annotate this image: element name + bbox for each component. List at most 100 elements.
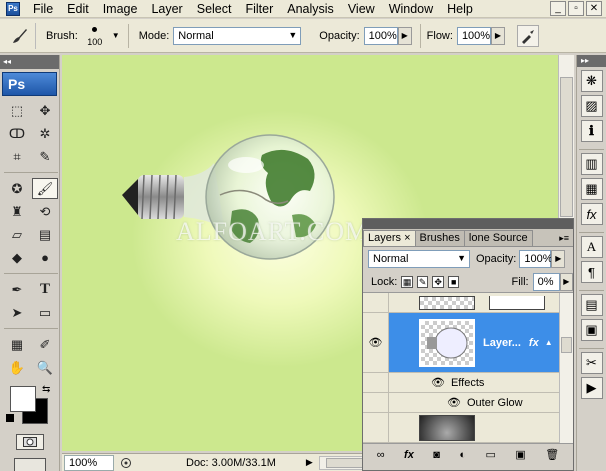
tab-clone-source[interactable]: lone Source xyxy=(463,230,533,246)
close-button[interactable]: ✕ xyxy=(586,1,602,16)
layer-row[interactable] xyxy=(363,413,559,443)
menu-analysis[interactable]: Analysis xyxy=(280,0,341,18)
menu-image[interactable]: Image xyxy=(96,0,145,18)
dodge-tool-icon[interactable]: ● xyxy=(32,247,58,268)
menu-window[interactable]: Window xyxy=(382,0,440,18)
zoom-options-icon[interactable] xyxy=(118,455,134,471)
marquee-tool-icon[interactable]: ⬚ xyxy=(4,100,30,121)
eye-icon[interactable]: 👁 xyxy=(447,396,461,409)
paragraph-panel-icon[interactable]: ¶ xyxy=(580,261,603,283)
lock-position-icon[interactable]: ✥ xyxy=(432,275,444,288)
layer-row[interactable] xyxy=(363,293,559,313)
layers-panel-titlebar[interactable] xyxy=(363,219,573,229)
airbrush-toggle[interactable] xyxy=(516,24,539,47)
tab-layers[interactable]: Layers × xyxy=(363,230,416,246)
hand-tool-icon[interactable]: ✋ xyxy=(4,357,30,378)
flow-slider-button[interactable]: ▶ xyxy=(490,26,505,45)
color-panel-icon[interactable]: ▥ xyxy=(580,153,603,175)
opacity-input[interactable]: 100% xyxy=(363,26,398,45)
gradient-tool-icon[interactable]: ▤ xyxy=(32,224,58,245)
collapse-effects-icon[interactable]: ▲ xyxy=(545,338,553,347)
brush-picker[interactable]: 100 xyxy=(84,22,106,50)
panel-menu-icon[interactable]: ▸≡ xyxy=(532,230,573,246)
magic-wand-tool-icon[interactable]: ✲ xyxy=(32,123,58,144)
move-tool-icon[interactable]: ✥ xyxy=(32,100,58,121)
tool-presets-panel-icon[interactable]: ✂ xyxy=(580,352,603,374)
add-layer-style-icon[interactable]: fx xyxy=(404,449,414,461)
tool-preset-picker[interactable] xyxy=(4,22,36,49)
quick-mask-button[interactable] xyxy=(16,434,44,450)
layers-scroll-thumb[interactable] xyxy=(561,337,572,353)
adjustment-layer-icon[interactable]: ◐ xyxy=(459,449,466,461)
history-panel-icon[interactable]: ▣ xyxy=(580,319,603,341)
outer-glow-row[interactable]: 👁 Outer Glow xyxy=(363,393,559,413)
foreground-color-swatch[interactable] xyxy=(10,386,36,412)
blend-mode-select[interactable]: Normal ▼ xyxy=(368,250,470,268)
layer-effects-fx-icon[interactable]: fx xyxy=(529,337,539,349)
mode-select[interactable]: Normal ▼ xyxy=(173,26,302,45)
canvas-scroll-thumb[interactable] xyxy=(560,77,573,217)
tab-close-icon[interactable]: × xyxy=(404,232,410,244)
healing-brush-tool-icon[interactable]: ✪ xyxy=(4,178,30,199)
brush-dropdown-icon[interactable]: ▼ xyxy=(112,31,120,40)
fill-input[interactable]: 0% xyxy=(532,272,560,291)
new-layer-icon[interactable]: ▣ xyxy=(515,448,525,461)
new-group-icon[interactable]: ▭ xyxy=(486,448,496,461)
layer-name[interactable]: Layer... xyxy=(483,337,521,349)
flow-input[interactable]: 100% xyxy=(456,26,491,45)
actions-panel-icon[interactable]: ▶ xyxy=(580,377,603,399)
eraser-tool-icon[interactable]: ▱ xyxy=(4,224,30,245)
lock-all-icon[interactable]: ■ xyxy=(447,275,460,288)
menu-filter[interactable]: Filter xyxy=(238,0,280,18)
layers-scrollbar[interactable] xyxy=(559,293,573,443)
swap-colors-icon[interactable]: ⇆ xyxy=(42,384,50,395)
screen-mode-button[interactable] xyxy=(14,458,46,471)
visibility-toggle[interactable] xyxy=(363,413,389,442)
styles-panel-icon[interactable]: fx xyxy=(580,203,603,225)
info-panel-icon[interactable]: ℹ xyxy=(580,120,603,142)
clone-stamp-tool-icon[interactable]: ♜ xyxy=(4,201,30,222)
document-size-info[interactable]: Doc: 3.00M/33.1M xyxy=(186,457,276,469)
menu-edit[interactable]: Edit xyxy=(60,0,96,18)
photoshop-icon[interactable]: Ps xyxy=(6,1,20,16)
notes-tool-icon[interactable]: ▦ xyxy=(4,334,30,355)
layer-row-selected[interactable]: 👁 Layer... fx ▲ xyxy=(363,313,559,373)
blur-tool-icon[interactable]: ◆ xyxy=(4,247,30,268)
eye-icon[interactable]: 👁 xyxy=(363,313,389,372)
layer-comps-panel-icon[interactable]: ▤ xyxy=(580,294,603,316)
menu-help[interactable]: Help xyxy=(440,0,480,18)
default-colors-icon[interactable] xyxy=(6,414,14,422)
eye-icon[interactable]: 👁 xyxy=(431,376,445,389)
history-brush-tool-icon[interactable]: ⟲ xyxy=(32,201,58,222)
zoom-tool-icon[interactable]: 🔍 xyxy=(32,357,58,378)
opacity-slider-button[interactable]: ▶ xyxy=(397,26,412,45)
layer-opacity-input[interactable]: 100% xyxy=(519,250,553,268)
slice-tool-icon[interactable]: ✎ xyxy=(32,146,58,167)
lock-pixels-icon[interactable]: ✎ xyxy=(416,275,429,288)
menu-layer[interactable]: Layer xyxy=(144,0,189,18)
histogram-panel-icon[interactable]: ▨ xyxy=(580,95,603,117)
tab-brushes[interactable]: Brushes xyxy=(414,230,465,246)
layer-opacity-slider-button[interactable]: ▶ xyxy=(551,250,566,268)
add-mask-icon[interactable]: ◙ xyxy=(433,449,440,461)
restore-button[interactable]: ▫ xyxy=(568,1,584,16)
pen-tool-icon[interactable]: ✒ xyxy=(4,279,30,300)
visibility-toggle[interactable] xyxy=(363,293,389,312)
menu-view[interactable]: View xyxy=(341,0,382,18)
lasso-tool-icon[interactable]: ↀ xyxy=(4,123,30,144)
fill-slider-button[interactable]: ▶ xyxy=(559,272,574,291)
visibility-toggle[interactable] xyxy=(363,393,389,412)
navigator-panel-icon[interactable]: ❋ xyxy=(580,70,603,92)
link-layers-icon[interactable]: ∞ xyxy=(377,449,385,461)
toolbox-collapse-icon[interactable]: ◂◂ xyxy=(0,55,59,69)
shape-tool-icon[interactable]: ▭ xyxy=(32,302,58,323)
brush-tool-icon[interactable]: 🖌 xyxy=(32,178,58,199)
status-menu-arrow-icon[interactable]: ▶ xyxy=(306,457,313,468)
minimize-button[interactable]: _ xyxy=(550,1,566,16)
character-panel-icon[interactable]: A xyxy=(580,236,603,258)
delete-layer-icon[interactable]: 🗑 xyxy=(545,448,559,461)
dock-collapse-icon[interactable]: ▸▸ xyxy=(577,55,606,67)
lock-transparency-icon[interactable]: ▦ xyxy=(401,275,413,288)
zoom-level-input[interactable]: 100% xyxy=(64,454,114,471)
visibility-toggle[interactable] xyxy=(363,373,389,392)
